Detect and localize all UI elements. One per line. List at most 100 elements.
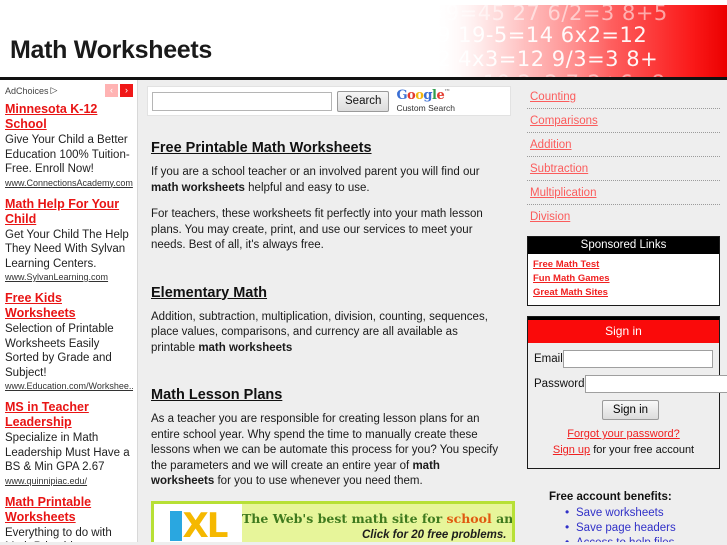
search-input[interactable] [152,91,332,111]
nav-link[interactable]: Comparisons [530,115,598,127]
free-account-benefits: Free account benefits: Save worksheets S… [549,491,720,542]
ixl-logo-text: XL [182,505,229,543]
signin-button-row: Sign in [548,400,713,420]
section-paragraph: If you are a school teacher or an involv… [151,165,503,196]
section-paragraph: For teachers, these worksheets fit perfe… [151,207,503,254]
sponsored-link-fun-math-games[interactable]: Fun Math Games [533,273,715,284]
left-ad-column: AdChoices ▷ ‹ › Minnesota K-12 School Gi… [0,80,138,542]
paragraph-text: For teachers, these worksheets fit perfe… [151,208,483,251]
benefit-item: Save page headers [565,520,720,536]
ad-item: Math Help For Your Child Get Your Child … [5,197,133,283]
sponsored-links-body: Free Math Test Fun Math Games Great Math… [528,254,719,305]
email-field-row: Email [534,350,713,368]
email-input[interactable] [563,350,713,368]
header-math-banner: 5x9=45 27 6/2=3 8+5 =9 19-5=14 6x2=12 =2… [437,5,727,77]
signin-form: Email Password Sign in Forgot your passw… [528,343,727,468]
ad-item: Minnesota K-12 School Give Your Child a … [5,102,133,188]
google-logo: Google™ [396,88,450,104]
sponsored-links-box: Sponsored Links Free Math Test Fun Math … [527,236,720,306]
ad-description: Get Your Child The Help They Need With S… [5,228,129,270]
section-paragraph: As a teacher you are responsible for cre… [151,412,503,490]
benefits-title: Free account benefits: [549,491,672,503]
ad-description: Everything to do with Math Printable Wor… [5,526,112,543]
paragraph-text: If you are a school teacher or an involv… [151,166,480,194]
password-input[interactable] [584,375,727,393]
ad-title-link[interactable]: Free Kids Worksheets [5,291,133,321]
signin-submit-button[interactable]: Sign in [601,400,660,420]
adchoices-icon: ▷ [50,85,58,95]
signup-link[interactable]: Sign up [553,444,590,456]
benefit-item: Save worksheets [565,505,720,521]
ad-url-link[interactable]: www.SylvanLearning.com [5,272,133,282]
paragraph-text: As a teacher you are responsible for cre… [151,413,499,487]
custom-search-label: Custom Search [396,103,456,114]
ad-title-link[interactable]: MS in Teacher Leadership [5,400,133,430]
password-field-row: Password [534,375,727,393]
sponsored-links-heading: Sponsored Links [528,237,719,254]
section-paragraph: Addition, subtraction, multiplication, d… [151,310,503,357]
ad-url-link[interactable]: www.Education.com/Workshee... [5,381,133,391]
signup-row: Sign up for your free account [534,444,713,456]
nav-link[interactable]: Counting [530,91,576,103]
page-title: Math Worksheets [10,36,213,64]
nav-link[interactable]: Subtraction [530,163,588,175]
ad-description: Selection of Printable Worksheets Easily… [5,323,114,379]
adchoices-bar: AdChoices ▷ ‹ › [5,83,133,98]
banner-equation-row: =9 19-5=14 6x2=12 [437,23,648,47]
ixl-logo: XL [154,503,242,543]
right-sidebar: Counting Comparisons Addition Subtractio… [521,80,727,542]
forgot-password-row: Forgot your password? [534,428,713,440]
signin-heading: Sign in [528,317,719,343]
nav-link[interactable]: Multiplication [530,187,596,199]
section-heading-math-lesson-plans[interactable]: Math Lesson Plans [151,387,282,403]
ad-title-link[interactable]: Minnesota K-12 School [5,102,133,132]
section-heading-free-printable[interactable]: Free Printable Math Worksheets [151,140,372,156]
ad-url-link[interactable]: www.ConnectionsAcademy.com [5,178,133,188]
forgot-password-link[interactable]: Forgot your password? [567,428,680,440]
search-bar: Search Google™ Custom Search [147,86,511,116]
nav-item-comparisons[interactable]: Comparisons [527,109,720,133]
ad-url-link[interactable]: www.quinnipiac.edu/ [5,476,133,486]
signin-box: Sign in Email Password Sign in Forgot yo… [527,316,727,469]
ad-description: Specialize in Math Leadership Must Have … [5,432,130,473]
benefits-list: Save worksheets Save page headers Access… [549,505,720,542]
banner-equation-row: =2 4x3=12 9/3=3 8+ [437,47,659,71]
ixl-tagline-part2: and [496,510,514,526]
nav-item-multiplication[interactable]: Multiplication [527,181,720,205]
adchoices-text: AdChoices [5,85,49,96]
signup-rest-text: for your free account [590,444,695,456]
section-heading-elementary-math[interactable]: Elementary Math [151,285,267,301]
ad-item: Free Kids Worksheets Selection of Printa… [5,291,133,391]
nav-item-division[interactable]: Division [527,205,720,228]
ad-item: MS in Teacher Leadership Specialize in M… [5,400,133,486]
email-label: Email [534,353,563,365]
ad-next-button[interactable]: › [120,84,133,97]
page-content: AdChoices ▷ ‹ › Minnesota K-12 School Gi… [0,80,727,542]
sponsored-link-great-math-sites[interactable]: Great Math Sites [533,287,715,298]
nav-link[interactable]: Addition [530,139,572,151]
ad-title-link[interactable]: Math Help For Your Child [5,197,133,227]
search-button[interactable]: Search [337,90,390,112]
nav-item-counting[interactable]: Counting [527,85,720,109]
nav-item-addition[interactable]: Addition [527,133,720,157]
ad-carousel-controls: ‹ › [105,84,133,97]
ixl-tagline-school: school [446,510,492,526]
ad-prev-button[interactable]: ‹ [105,84,118,97]
adchoices-label-group[interactable]: AdChoices ▷ [5,85,57,96]
ixl-logo-bar-icon [169,510,182,541]
ixl-banner-ad[interactable]: XL The Web's best math site for school a… [151,500,515,543]
ad-title-link[interactable]: Math Printable Worksheets [5,495,133,525]
ixl-tagline: The Web's best math site for school and … [242,510,514,526]
paragraph-text: Addition, subtraction, multiplication, d… [151,310,488,354]
banner-equation-row: 7+3=10 2x2 7-2+6=8 [437,71,665,77]
nav-item-subtraction[interactable]: Subtraction [527,157,720,181]
topic-nav-list: Counting Comparisons Addition Subtractio… [527,85,720,228]
nav-link[interactable]: Division [530,211,570,223]
page-root: Math Worksheets 5x9=45 27 6/2=3 8+5 =9 1… [0,0,727,545]
sponsored-link-free-math-test[interactable]: Free Math Test [533,259,715,270]
ad-description: Give Your Child a Better Education 100% … [5,134,130,175]
password-label: Password [534,378,585,390]
main-content-column: Search Google™ Custom Search Free Printa… [139,80,519,542]
site-header: Math Worksheets 5x9=45 27 6/2=3 8+5 =9 1… [0,0,727,80]
google-trademark: ™ [444,88,450,96]
